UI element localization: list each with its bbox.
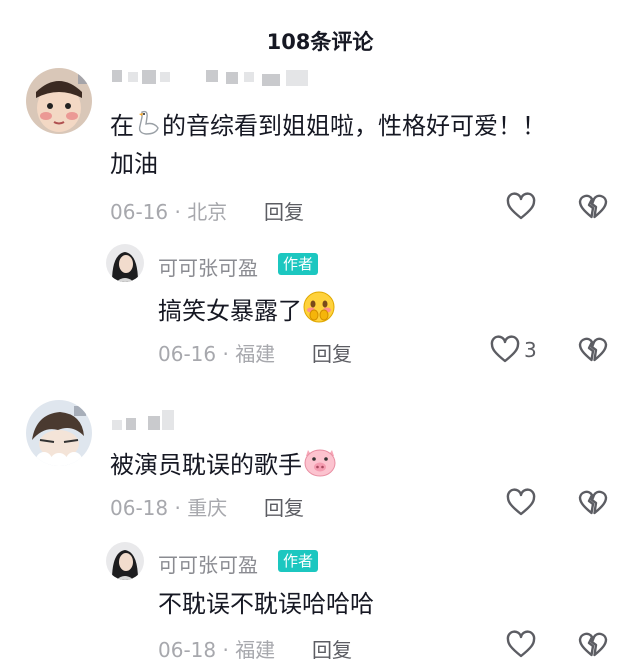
heart-outline-icon[interactable]	[490, 335, 520, 369]
comment-text: 在的音综看到姐姐啦，性格好可爱！！ 加油	[110, 108, 600, 182]
reply-username[interactable]: 可可张可盈	[158, 549, 258, 578]
avatar[interactable]	[26, 68, 92, 134]
avatar[interactable]	[106, 542, 144, 580]
heart-outline-icon[interactable]	[506, 192, 536, 226]
reply-button[interactable]: 回复	[312, 338, 352, 367]
reply-date-location: 06-18 · 福建	[158, 638, 276, 662]
broken-heart-icon[interactable]	[578, 335, 608, 369]
comment-text: 被演员耽误的歌手	[110, 444, 338, 488]
reply-text: 不耽误不耽误哈哈哈	[158, 590, 374, 618]
reply-button[interactable]: 回复	[264, 196, 304, 225]
comment-date-location: 06-16 · 北京	[110, 200, 228, 224]
like-count: 3	[524, 338, 537, 362]
avatar[interactable]	[26, 400, 92, 466]
author-badge: 作者	[278, 253, 319, 275]
broken-heart-icon[interactable]	[578, 192, 608, 226]
reply-username[interactable]: 可可张可盈	[158, 252, 258, 281]
comment-count-title: 108条评论	[266, 30, 374, 54]
goose-emoji-icon	[134, 108, 162, 146]
broken-heart-icon[interactable]	[578, 488, 608, 522]
shy-face-emoji-icon	[302, 290, 336, 334]
reply-text: 搞笑女暴露了	[158, 290, 336, 334]
pig-emoji-icon	[302, 444, 338, 488]
heart-outline-icon[interactable]	[506, 488, 536, 522]
reply-button[interactable]: 回复	[264, 492, 304, 521]
author-badge: 作者	[278, 550, 319, 572]
avatar[interactable]	[106, 244, 144, 282]
comment-date-location: 06-18 · 重庆	[110, 496, 228, 520]
broken-heart-icon[interactable]	[578, 630, 608, 664]
reply-button[interactable]: 回复	[312, 634, 352, 663]
reply-date-location: 06-16 · 福建	[158, 342, 276, 366]
heart-outline-icon[interactable]	[506, 630, 536, 664]
